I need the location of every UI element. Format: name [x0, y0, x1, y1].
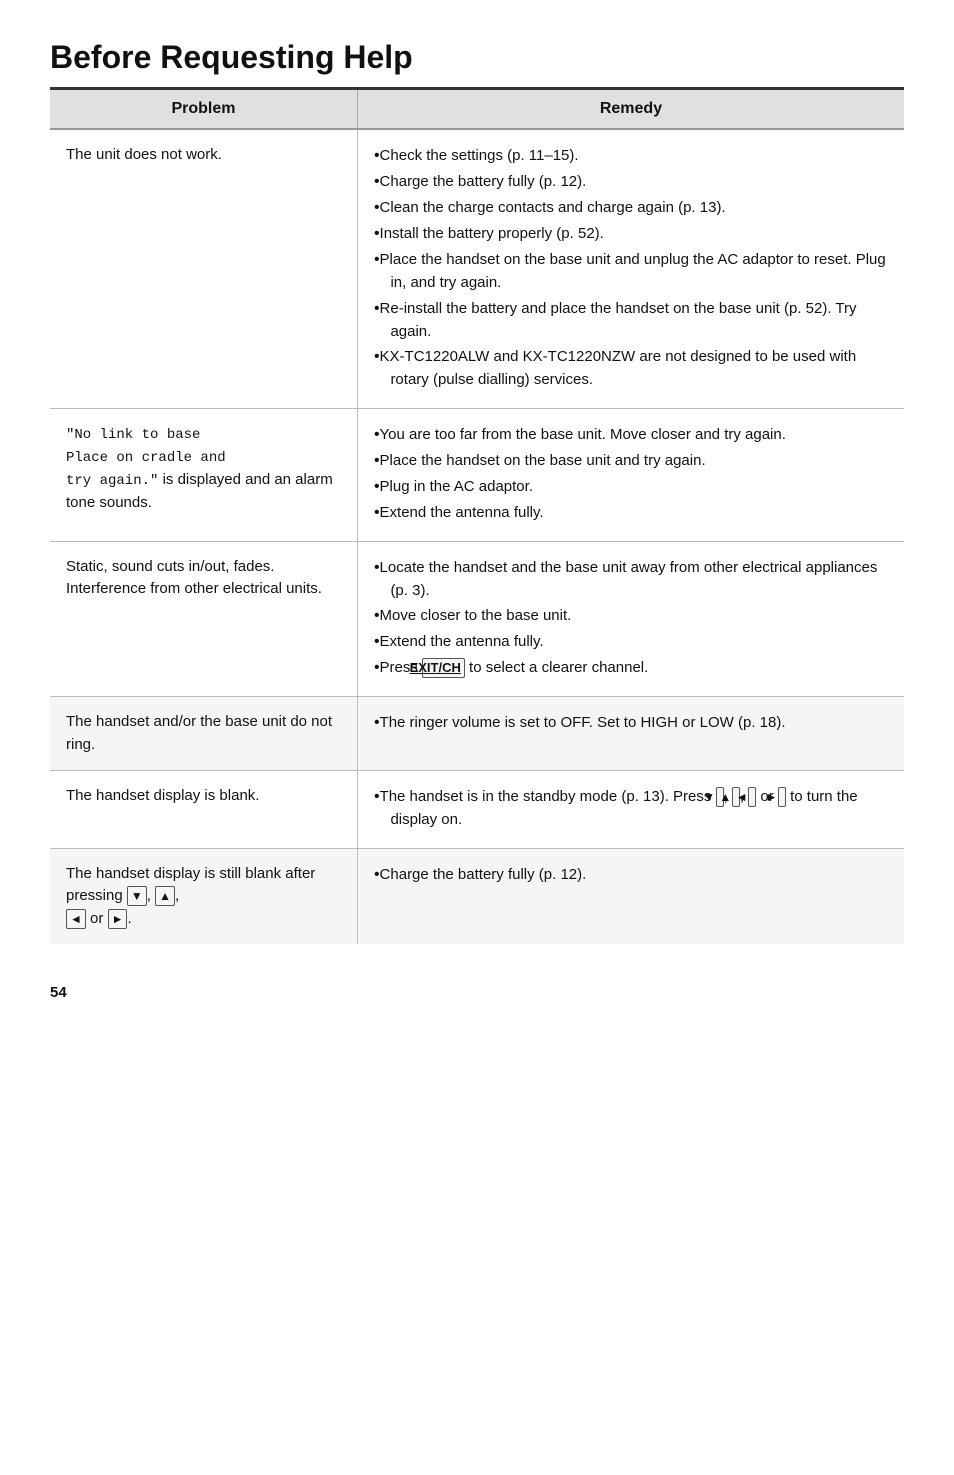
- list-item: •Charge the battery fully (p. 12).: [374, 863, 888, 887]
- problem-cell: The unit does not work.: [50, 129, 357, 408]
- list-item: •Place the handset on the base unit and …: [374, 449, 888, 473]
- remedy-list: •Locate the handset and the base unit aw…: [374, 556, 888, 681]
- down-arrow-button: ▼: [127, 886, 147, 906]
- list-item: •Clean the charge contacts and charge ag…: [374, 196, 888, 220]
- list-item: •Extend the antenna fully.: [374, 501, 888, 525]
- remedy-cell: •Locate the handset and the base unit aw…: [357, 541, 904, 697]
- page-number: 54: [50, 984, 904, 1001]
- page-title: Before Requesting Help: [50, 40, 904, 75]
- list-item: •Locate the handset and the base unit aw…: [374, 556, 888, 603]
- remedy-cell: •Check the settings (p. 11–15). •Charge …: [357, 129, 904, 408]
- left-arrow-button: ◄: [66, 909, 86, 929]
- table-row: The handset and/or the base unit do not …: [50, 697, 904, 771]
- table-header-row: Problem Remedy: [50, 90, 904, 129]
- remedy-cell: •Charge the battery fully (p. 12).: [357, 848, 904, 944]
- up-arrow-button: ▲: [155, 886, 175, 906]
- remedy-cell: •The ringer volume is set to OFF. Set to…: [357, 697, 904, 771]
- list-item: •Re-install the battery and place the ha…: [374, 297, 888, 344]
- list-item: •The ringer volume is set to OFF. Set to…: [374, 711, 888, 735]
- list-item: •You are too far from the base unit. Mov…: [374, 423, 888, 447]
- list-item: •Place the handset on the base unit and …: [374, 248, 888, 295]
- problem-cell: Static, sound cuts in/out, fades. Interf…: [50, 541, 357, 697]
- remedy-list: •You are too far from the base unit. Mov…: [374, 423, 888, 525]
- problem-cell: The handset display is blank.: [50, 771, 357, 849]
- column-header-remedy: Remedy: [357, 90, 904, 129]
- table-row: The handset display is blank. •The hands…: [50, 771, 904, 849]
- problem-cell: The handset display is still blank after…: [50, 848, 357, 944]
- list-item: •Extend the antenna fully.: [374, 630, 888, 654]
- list-item: •Charge the battery fully (p. 12).: [374, 170, 888, 194]
- column-header-problem: Problem: [50, 90, 357, 129]
- problem-cell: "No link to basePlace on cradle andtry a…: [50, 408, 357, 541]
- table-row: The unit does not work. •Check the setti…: [50, 129, 904, 408]
- list-item: •Install the battery properly (p. 52).: [374, 222, 888, 246]
- left-arrow-button: ◄: [748, 787, 756, 807]
- remedy-list: •Charge the battery fully (p. 12).: [374, 863, 888, 887]
- list-item: •Check the settings (p. 11–15).: [374, 144, 888, 168]
- list-item: •KX-TC1220ALW and KX-TC1220NZW are not d…: [374, 345, 888, 392]
- right-arrow-button: ►: [778, 787, 786, 807]
- help-table: Problem Remedy The unit does not work. •…: [50, 90, 904, 944]
- table-row: The handset display is still blank after…: [50, 848, 904, 944]
- list-item: •Plug in the AC adaptor.: [374, 475, 888, 499]
- remedy-list: •The handset is in the standby mode (p. …: [374, 785, 888, 832]
- problem-cell: The handset and/or the base unit do not …: [50, 697, 357, 771]
- remedy-list: •Check the settings (p. 11–15). •Charge …: [374, 144, 888, 392]
- list-item: •Move closer to the base unit.: [374, 604, 888, 628]
- remedy-cell: •The handset is in the standby mode (p. …: [357, 771, 904, 849]
- remedy-cell: •You are too far from the base unit. Mov…: [357, 408, 904, 541]
- table-row: "No link to basePlace on cradle andtry a…: [50, 408, 904, 541]
- list-item: •Press EXIT/CH to select a clearer chann…: [374, 656, 888, 680]
- right-arrow-button: ►: [108, 909, 128, 929]
- exit-ch-key: EXIT/CH: [422, 658, 465, 678]
- remedy-list: •The ringer volume is set to OFF. Set to…: [374, 711, 888, 735]
- list-item: •The handset is in the standby mode (p. …: [374, 785, 888, 832]
- table-row: Static, sound cuts in/out, fades. Interf…: [50, 541, 904, 697]
